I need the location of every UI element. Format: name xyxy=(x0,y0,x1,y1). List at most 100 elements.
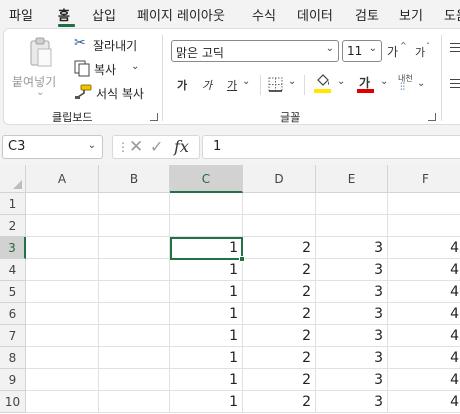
cell-e7[interactable]: 3 xyxy=(316,325,388,347)
cell-e5[interactable]: 3 xyxy=(316,281,388,303)
menu-data[interactable]: 데이터 xyxy=(297,5,333,24)
font-color-button[interactable]: 가 ⌄ xyxy=(356,73,390,95)
cell-c5[interactable]: 1 xyxy=(170,281,243,303)
cell-c1[interactable] xyxy=(170,193,243,215)
cut-button[interactable]: ✂ 잘라내기 xyxy=(74,35,152,55)
cell-b6[interactable] xyxy=(99,303,170,325)
cell-a1[interactable] xyxy=(26,193,99,215)
paste-chevron-icon[interactable]: ⌄ xyxy=(36,87,44,98)
row-header-7[interactable]: 7 xyxy=(0,325,26,347)
align-left-icon[interactable] xyxy=(450,79,460,91)
column-header-b[interactable]: B xyxy=(99,165,170,193)
name-box[interactable]: C3 ⌄ xyxy=(2,135,103,159)
copy-chevron-icon[interactable]: ⌄ xyxy=(131,61,139,72)
menu-help[interactable]: 도움 xyxy=(444,5,460,24)
menu-page-layout[interactable]: 페이지 레이아웃 xyxy=(137,5,225,24)
font-name-combo[interactable]: 맑은 고딕 ⌄ xyxy=(171,40,339,62)
row-header-8[interactable]: 8 xyxy=(0,347,26,369)
row-header-6[interactable]: 6 xyxy=(0,303,26,325)
fill-handle[interactable] xyxy=(239,256,245,262)
fill-color-button[interactable]: ⌄ xyxy=(313,73,347,95)
increase-font-button[interactable]: 가 ^ xyxy=(387,41,409,61)
cell-d7[interactable]: 2 xyxy=(243,325,316,347)
column-header-f[interactable]: F xyxy=(388,165,460,193)
cell-d6[interactable]: 2 xyxy=(243,303,316,325)
row-header-1[interactable]: 1 xyxy=(0,193,26,215)
decrease-font-button[interactable]: 가 ˇ xyxy=(415,41,437,61)
cell-d2[interactable] xyxy=(243,215,316,237)
cell-a3[interactable] xyxy=(26,237,99,259)
cell-d1[interactable] xyxy=(243,193,316,215)
row-header-9[interactable]: 9 xyxy=(0,369,26,391)
cell-b9[interactable] xyxy=(99,369,170,391)
cell-a9[interactable] xyxy=(26,369,99,391)
italic-button[interactable]: 가 xyxy=(202,77,212,93)
worksheet-grid[interactable]: ABCDEF1231234412345123461234712348123491… xyxy=(0,165,460,414)
menu-insert[interactable]: 삽입 xyxy=(92,5,116,24)
cell-e6[interactable]: 3 xyxy=(316,303,388,325)
cell-e9[interactable]: 3 xyxy=(316,369,388,391)
cell-a5[interactable] xyxy=(26,281,99,303)
cell-d8[interactable]: 2 xyxy=(243,347,316,369)
paste-button[interactable]: 붙여넣기 ⌄ xyxy=(10,35,68,98)
cell-a4[interactable] xyxy=(26,259,99,281)
enter-icon[interactable]: ✓ xyxy=(150,137,163,156)
cell-b10[interactable] xyxy=(99,391,170,413)
cell-b5[interactable] xyxy=(99,281,170,303)
column-header-d[interactable]: D xyxy=(243,165,316,193)
cell-e3[interactable]: 3 xyxy=(316,237,388,259)
cancel-icon[interactable]: ✕ xyxy=(129,137,143,157)
cell-a8[interactable] xyxy=(26,347,99,369)
cell-d5[interactable]: 2 xyxy=(243,281,316,303)
cell-c10[interactable]: 1 xyxy=(170,391,243,413)
row-header-2[interactable]: 2 xyxy=(0,215,26,237)
cell-d4[interactable]: 2 xyxy=(243,259,316,281)
cell-d3[interactable]: 2 xyxy=(243,237,316,259)
cell-b8[interactable] xyxy=(99,347,170,369)
cell-a2[interactable] xyxy=(26,215,99,237)
borders-button[interactable]: ⌄ xyxy=(268,75,298,95)
cell-e4[interactable]: 3 xyxy=(316,259,388,281)
format-painter-button[interactable]: 서식 복사 xyxy=(74,83,152,103)
cell-e8[interactable]: 3 xyxy=(316,347,388,369)
insert-function-button[interactable]: fx xyxy=(174,137,189,156)
cell-f8[interactable]: 4 xyxy=(388,347,460,369)
column-header-e[interactable]: E xyxy=(316,165,388,193)
cell-f6[interactable]: 4 xyxy=(388,303,460,325)
cell-d10[interactable]: 2 xyxy=(243,391,316,413)
cell-b7[interactable] xyxy=(99,325,170,347)
clipboard-launcher-icon[interactable] xyxy=(150,113,158,121)
menu-review[interactable]: 검토 xyxy=(355,5,379,24)
cell-f1[interactable] xyxy=(388,193,460,215)
menu-view[interactable]: 보기 xyxy=(399,5,423,24)
cell-a7[interactable] xyxy=(26,325,99,347)
cell-f10[interactable]: 4 xyxy=(388,391,460,413)
font-size-combo[interactable]: 11 ⌄ xyxy=(342,40,382,62)
cell-a10[interactable] xyxy=(26,391,99,413)
cell-b3[interactable] xyxy=(99,237,170,259)
formula-input[interactable]: 1 xyxy=(202,135,460,159)
phonetic-button[interactable]: 내천 ⫶⫶ ⌄ xyxy=(398,73,428,97)
cell-b1[interactable] xyxy=(99,193,170,215)
row-header-5[interactable]: 5 xyxy=(0,281,26,303)
cell-d9[interactable]: 2 xyxy=(243,369,316,391)
cell-e1[interactable] xyxy=(316,193,388,215)
menu-file[interactable]: 파일 xyxy=(9,5,33,24)
cell-c9[interactable]: 1 xyxy=(170,369,243,391)
cell-f5[interactable]: 4 xyxy=(388,281,460,303)
cell-a6[interactable] xyxy=(26,303,99,325)
select-all-button[interactable] xyxy=(0,165,26,193)
cell-f4[interactable]: 4 xyxy=(388,259,460,281)
cell-b2[interactable] xyxy=(99,215,170,237)
cell-c4[interactable]: 1 xyxy=(170,259,243,281)
cell-f2[interactable] xyxy=(388,215,460,237)
font-launcher-icon[interactable] xyxy=(428,113,436,121)
row-header-10[interactable]: 10 xyxy=(0,391,26,413)
cell-e2[interactable] xyxy=(316,215,388,237)
cell-c6[interactable]: 1 xyxy=(170,303,243,325)
cell-c2[interactable] xyxy=(170,215,243,237)
bold-button[interactable]: 가 xyxy=(177,77,187,93)
cell-c8[interactable]: 1 xyxy=(170,347,243,369)
cell-f7[interactable]: 4 xyxy=(388,325,460,347)
cell-b4[interactable] xyxy=(99,259,170,281)
